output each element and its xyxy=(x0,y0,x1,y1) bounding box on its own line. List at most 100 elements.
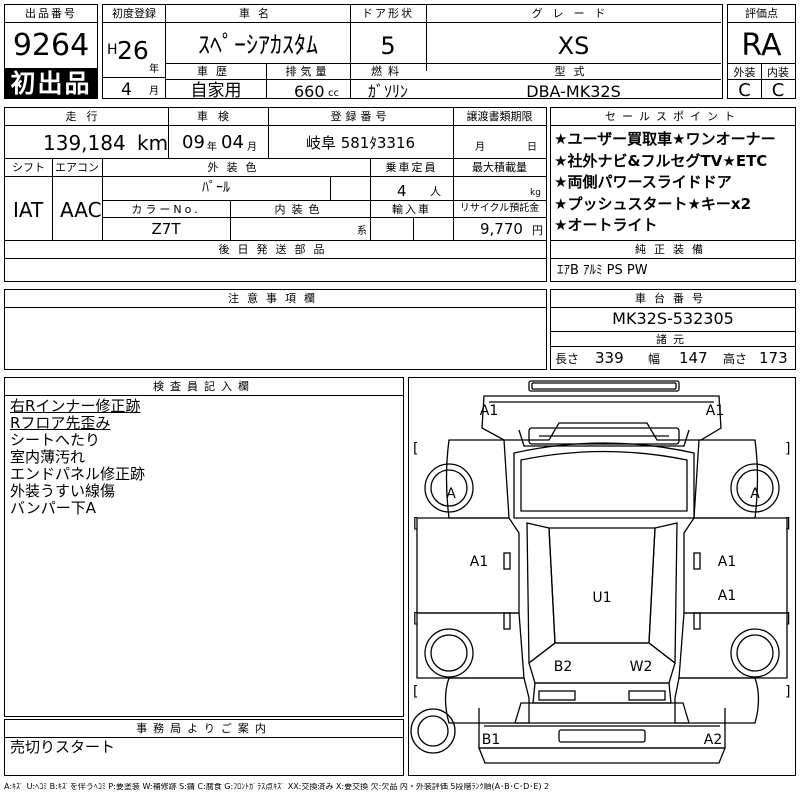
inspector-notes: 右Rインナー修正跡 Rフロア先歪み シートへたり 室内薄汚れ エンドパネル修正跡… xyxy=(10,398,145,517)
inspector-note: バンパー下A xyxy=(10,499,97,517)
exterior-label: 外装 xyxy=(733,66,756,79)
inspector-box: 検査員記入欄 右Rインナー修正跡 Rフロア先歪み シートへたり 室内薄汚れ エン… xyxy=(4,377,404,717)
max-load-label: 最大積載量 xyxy=(472,161,527,174)
legend-footer: A:ｷｽﾞ U:ﾍｺﾐ B:ｷｽﾞを伴うﾍｺﾐ P:要塗装 W:補修跡 S:錆 … xyxy=(4,783,550,791)
month-unit: 月 xyxy=(149,86,159,97)
damage-mark: W2 xyxy=(630,659,653,675)
mileage-unit: km xyxy=(137,131,169,155)
transfer-month-unit: 月 xyxy=(475,142,485,153)
office-box: 事務局よりご案内 売切りスタート xyxy=(4,719,404,776)
inspector-note: 外装うすい線傷 xyxy=(10,482,116,500)
office-label: 事務局よりご案内 xyxy=(136,722,272,735)
recycle-unit: 円 xyxy=(532,224,543,237)
inspector-label: 検査員記入欄 xyxy=(153,380,255,393)
inspector-note: 右Rインナー修正跡 xyxy=(10,397,141,415)
score-box: 評価点 RA 外装 内装 C C xyxy=(727,4,796,101)
capacity-label: 乗車定員 xyxy=(385,161,438,174)
ext-color: ﾊﾟｰﾙ xyxy=(202,180,230,196)
displacement: 660 xyxy=(294,82,325,101)
car-name-label: 車名 xyxy=(239,7,277,20)
width-label: 幅 xyxy=(648,352,661,366)
grade: XS xyxy=(557,32,590,60)
standard-equipment: ｴｱB ｱﾙﾐ PS PW xyxy=(557,263,648,278)
damage-mark: U1 xyxy=(592,590,611,606)
damage-mark: A1 xyxy=(718,554,736,570)
svg-text:[: [ xyxy=(413,441,418,457)
dimensions-label: 諸元 xyxy=(656,333,690,346)
aircon-value: AAC xyxy=(60,198,102,222)
score-label: 評価点 xyxy=(745,7,778,20)
history-label: 車歴 xyxy=(197,65,235,78)
length: 339 xyxy=(595,349,624,367)
recycle-fee: 9,770 xyxy=(480,220,523,238)
first-registration-box: 初度登録 H 26 年 4 月 xyxy=(102,4,166,99)
fuel-type: ｶﾞｿﾘﾝ xyxy=(367,82,408,101)
year-unit: 年 xyxy=(149,64,159,75)
sales-point: ★オートライト xyxy=(554,216,658,234)
ext-color-label: 外装色 xyxy=(207,161,265,174)
svg-text:]: ] xyxy=(785,516,790,532)
capacity: 4 xyxy=(397,182,407,200)
standard-equipment-label: 純正装備 xyxy=(635,243,711,256)
svg-text:]: ] xyxy=(785,684,790,700)
office-note: 売切りスタート xyxy=(10,738,116,756)
car-history: 自家用 xyxy=(190,81,242,101)
lot-number: 9264 xyxy=(12,28,90,63)
registration-plate: 岐阜 581ﾀ3316 xyxy=(305,134,416,152)
damage-mark: B2 xyxy=(554,659,573,675)
inspection-year: 09 xyxy=(182,132,205,153)
mileage-label: 走行 xyxy=(65,110,108,123)
overall-score: RA xyxy=(741,28,782,63)
sales-point: ★プッシュスタート★キーx2 xyxy=(554,194,752,213)
exterior-grade: C xyxy=(738,80,751,101)
mileage-row: 走行 車検 登録番号 譲渡書類期限 139,184 km 09 年 04 月 岐… xyxy=(4,107,547,159)
sales-point: ★ユーザー買取車★ワンオーナー xyxy=(554,130,776,148)
color-number: Z7T xyxy=(151,220,181,238)
displacement-label: 排気量 xyxy=(285,65,331,78)
sales-points-list: ★ユーザー買取車★ワンオーナー ★社外ナビ&フルセグTV★ETC ★両側パワース… xyxy=(554,129,776,237)
specs-row: シフト エアコン 外装色 乗車定員 最大積載量 ﾊﾟｰﾙ 4 人 kg IAT … xyxy=(4,158,547,241)
transfer-doc-label: 譲渡書類期限 xyxy=(466,110,533,123)
svg-text:[: [ xyxy=(413,611,418,627)
plate-label: 登録番号 xyxy=(330,110,391,123)
displacement-unit: cc xyxy=(328,88,339,99)
mileage: 139,184 xyxy=(43,131,126,155)
lot-number-box: 出品番号 9264 初出品 xyxy=(4,4,98,99)
damage-mark: A xyxy=(446,486,456,502)
import-label: 輸入車 xyxy=(392,203,431,216)
svg-text:[: [ xyxy=(413,684,418,700)
inspector-note: 室内薄汚れ xyxy=(10,448,86,466)
shift-label: シフト xyxy=(12,161,45,174)
svg-text:[: [ xyxy=(413,516,418,532)
damage-mark: A xyxy=(750,486,760,502)
aircon-label: エアコン xyxy=(55,161,99,174)
era: H xyxy=(107,42,118,58)
damage-mark: A1 xyxy=(718,588,736,604)
notes-label: 注意事項欄 xyxy=(228,292,323,305)
damage-mark: A2 xyxy=(704,732,722,748)
damage-mark: A1 xyxy=(706,403,724,419)
car-name: ｽﾍﾟｰｼｱｶｽﾀﾑ xyxy=(198,31,318,59)
shift-value: IAT xyxy=(13,198,44,222)
interior-label: 内装 xyxy=(767,66,789,79)
sales-points-box: セールスポイント ★ユーザー買取車★ワンオーナー ★社外ナビ&フルセグTV★ET… xyxy=(550,107,796,241)
width: 147 xyxy=(679,349,708,367)
fuel-label: 燃料 xyxy=(371,65,405,78)
height-label: 高さ xyxy=(723,352,748,366)
length-label: 長さ xyxy=(555,352,580,366)
interior-grade: C xyxy=(771,80,785,101)
height: 173 xyxy=(759,349,788,367)
standard-equipment-box: 純正装備 ｴｱB ｱﾙﾐ PS PW xyxy=(550,240,796,282)
load-unit: kg xyxy=(530,188,541,198)
svg-text:]: ] xyxy=(785,441,790,457)
insp-year-unit: 年 xyxy=(207,142,217,153)
chassis-label: 車台番号 xyxy=(635,292,711,305)
inspection-label: 車検 xyxy=(197,110,239,123)
chassis-box: 車台番号 MK32S-532305 諸元 長さ 339 幅 147 高さ 173 xyxy=(550,289,796,370)
damage-mark: A1 xyxy=(470,554,488,570)
model-label: 型式 xyxy=(554,65,593,78)
first-reg-year: 26 xyxy=(117,36,149,65)
recycle-label: リサイクル預託金 xyxy=(459,203,540,214)
sales-point: ★両側パワースライドドア xyxy=(554,173,732,191)
sales-points-label: セールスポイント xyxy=(605,110,741,123)
